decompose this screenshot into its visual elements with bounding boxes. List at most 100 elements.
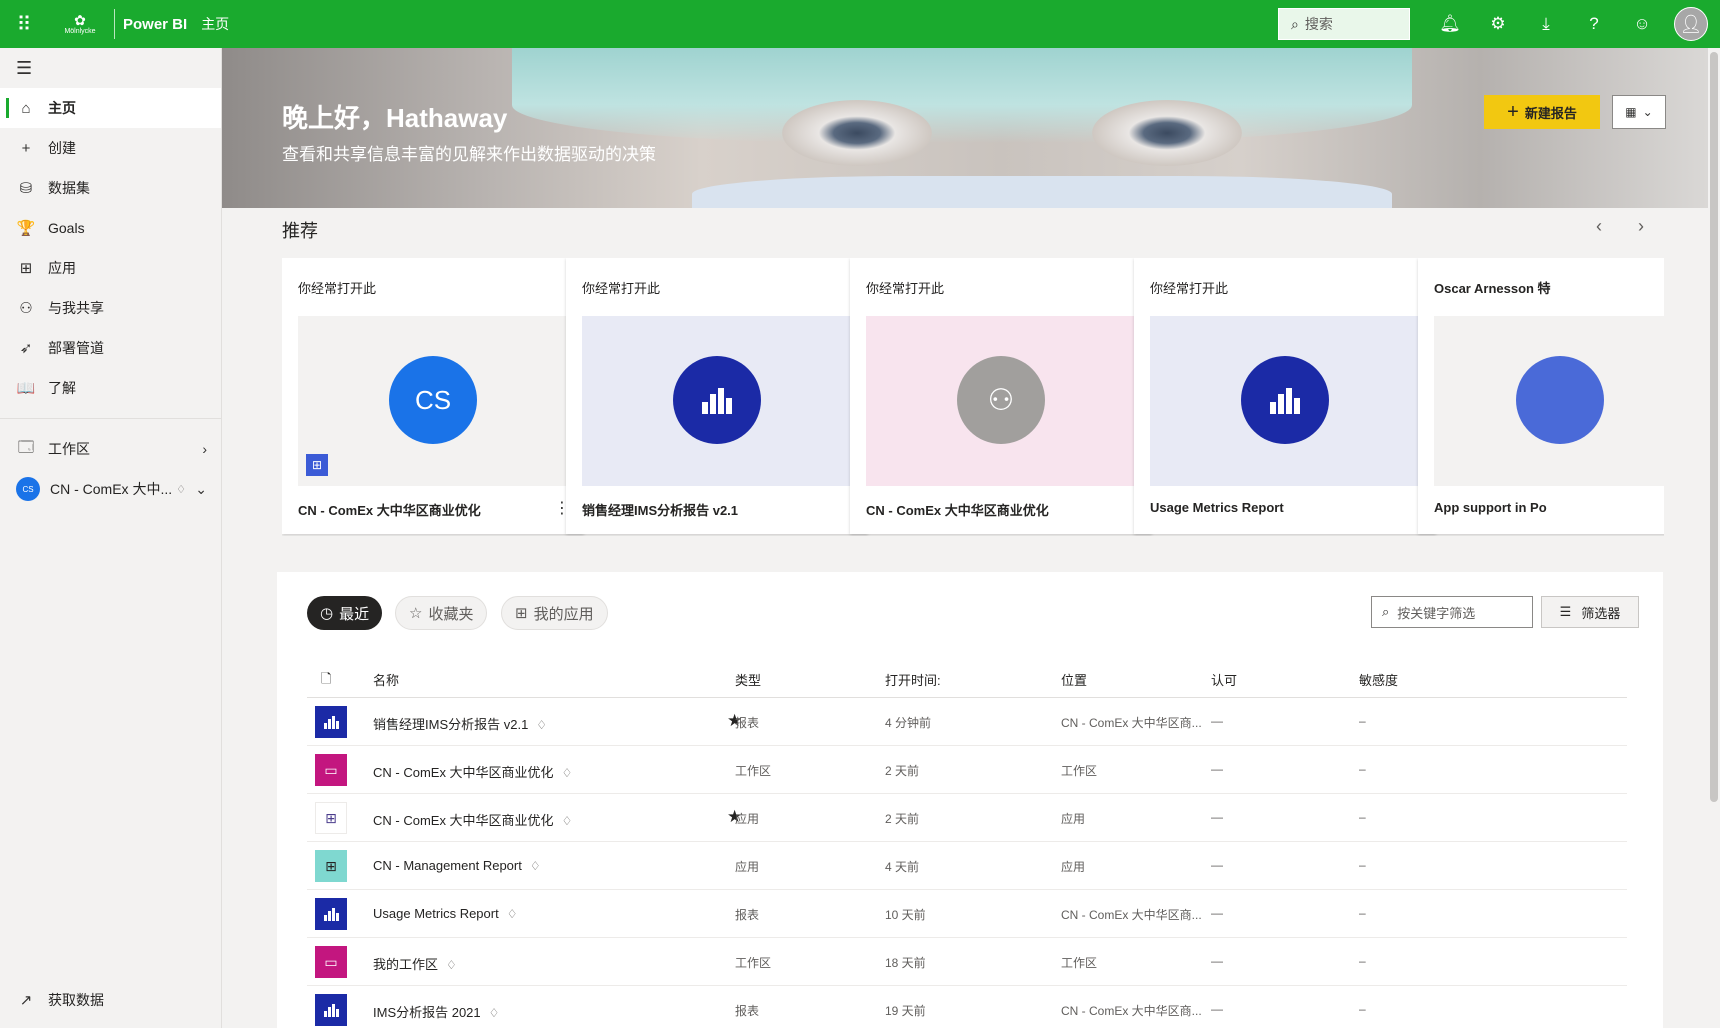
column-header-location[interactable]: 位置 xyxy=(1061,670,1087,689)
feedback-smiley-icon[interactable]: ☺ xyxy=(1618,0,1666,48)
item-sensitivity: – xyxy=(1359,858,1366,872)
recommended-card[interactable]: 你经常打开此 CS ⊞ CN - ComEx 大中华区商业优化 ⋮ xyxy=(282,258,584,534)
carousel-prev-icon[interactable]: ‹ xyxy=(1596,216,1602,237)
sidebar-item-1[interactable]: + 创建 xyxy=(0,128,221,168)
filter-lines-icon: ☰ xyxy=(1559,604,1572,619)
tab-favorites[interactable]: ☆ 收藏夹 xyxy=(395,596,488,630)
item-endorsement: — xyxy=(1211,714,1223,728)
item-sensitivity: – xyxy=(1359,954,1366,968)
recommended-title: 推荐 xyxy=(282,221,318,241)
card-reason: 你经常打开此 xyxy=(582,281,661,296)
keyword-filter-input[interactable]: ⌕ 按关键字筛选 xyxy=(1371,596,1533,628)
item-endorsement: — xyxy=(1211,954,1223,968)
recommended-card[interactable]: 你经常打开此 ⚇ CN - ComEx 大中华区商业优化 xyxy=(850,258,1152,534)
sidebar-item-workspaces[interactable]: 🗔︎ 工作区 › xyxy=(0,429,221,469)
item-name[interactable]: CN - Management Report ♢ xyxy=(373,858,541,873)
sidebar-item-4[interactable]: ⊞ 应用 xyxy=(0,248,221,288)
bell-icon[interactable]: 🔔︎ xyxy=(1426,0,1474,48)
table-row[interactable]: ▭ 我的工作区 ♢ 工作区 18 天前 工作区 — – xyxy=(307,938,1627,986)
table-row[interactable]: IMS分析报告 2021 ♢ 报表 19 天前 CN - ComEx 大中华区商... —… xyxy=(307,986,1627,1028)
item-name[interactable]: 销售经理IMS分析报告 v2.1 ♢ xyxy=(373,714,547,733)
download-icon[interactable]: ⤓ xyxy=(1522,0,1570,48)
diamond-icon: ♢ xyxy=(529,859,541,873)
table-row[interactable]: ⊞ CN - ComEx 大中华区商业优化 ♢ ★ 应用 2 天前 应用 — – xyxy=(307,794,1627,842)
filter-placeholder: 按关键字筛选 xyxy=(1397,605,1476,621)
column-header-name[interactable]: 名称 xyxy=(373,670,399,689)
recommended-card[interactable]: 你经常打开此 Usage Metrics Report xyxy=(1134,258,1436,534)
column-header-endorsement[interactable]: 认可 xyxy=(1211,670,1237,689)
share-icon: ⚇ xyxy=(19,300,33,317)
diamond-icon: ♢ xyxy=(561,766,573,780)
sidebar-item-5[interactable]: ⚇ 与我共享 xyxy=(0,288,221,328)
new-report-label: 新建报告 xyxy=(1524,105,1577,121)
table-row[interactable]: ⊞ CN - Management Report ♢ 应用 4 天前 应用 — – xyxy=(307,842,1627,890)
topbar-divider xyxy=(114,9,115,39)
workspace-icon: ▭ xyxy=(315,946,347,978)
card-name: 销售经理IMS分析报告 v2.1 xyxy=(582,503,739,518)
item-opened: 10 天前 xyxy=(885,908,926,922)
recommended-card[interactable]: Oscar Arnesson 特 App support in Po xyxy=(1418,258,1664,534)
bar-chart-icon xyxy=(673,356,761,444)
item-name[interactable]: CN - ComEx 大中华区商业优化 ♢ xyxy=(373,762,572,781)
sidebar-item-2[interactable]: ⛁ 数据集 xyxy=(0,168,221,208)
view-switcher-button[interactable]: ▦ ⌄ xyxy=(1612,95,1666,129)
table-row[interactable]: Usage Metrics Report ♢ 报表 10 天前 CN - ComEx 大… xyxy=(307,890,1627,938)
sidebar-item-3[interactable]: 🏆 Goals xyxy=(0,208,221,248)
sidebar-item-label: CN - ComEx 大中... xyxy=(50,481,173,497)
hero-image-eye xyxy=(1092,100,1242,166)
table-row[interactable]: ▭ CN - ComEx 大中华区商业优化 ♢ 工作区 2 天前 工作区 — – xyxy=(307,746,1627,794)
recommended-card[interactable]: 你经常打开此销售经理IMS分析报告 v2.1 xyxy=(566,258,868,534)
table-row[interactable]: 销售经理IMS分析报告 v2.1 ♢ ★ 报表 4 分钟前 CN - ComEx 大中华区… xyxy=(307,698,1627,746)
book-icon: 📖 xyxy=(16,380,36,397)
workspace-badge: CS xyxy=(16,477,40,501)
sidebar-item-0[interactable]: ⌂ 主页 xyxy=(0,88,221,128)
table-header: 🗋 名称 类型 打开时间: 位置 认可 敏感度 xyxy=(307,658,1627,698)
filter-button[interactable]: ☰ 筛选器 xyxy=(1541,596,1639,628)
hamburger-menu-icon[interactable]: ☰ xyxy=(0,48,221,88)
column-header-opened[interactable]: 打开时间: xyxy=(885,670,941,689)
workspace-initials: CS xyxy=(389,356,477,444)
app-launcher-icon[interactable]: ⠿ xyxy=(0,0,48,48)
carousel-next-icon[interactable]: › xyxy=(1638,216,1644,237)
item-endorsement: — xyxy=(1211,810,1223,824)
sidebar-item-get-data[interactable]: ↗ 获取数据 xyxy=(0,980,221,1020)
new-report-button[interactable]: + 新建报告 xyxy=(1484,95,1600,129)
tab-label: 收藏夹 xyxy=(428,605,474,623)
card-thumbnail: CS ⊞ xyxy=(298,316,568,486)
help-icon[interactable]: ? xyxy=(1570,0,1618,48)
diamond-icon: ♢ xyxy=(446,958,457,972)
item-name[interactable]: IMS分析报告 2021 ♢ xyxy=(373,1002,499,1021)
card-thumbnail xyxy=(1434,316,1664,486)
card-name: Usage Metrics Report xyxy=(1150,500,1284,515)
chevron-down-icon: ⌄ xyxy=(195,480,207,497)
item-opened: 4 分钟前 xyxy=(885,716,932,730)
sidebar-item-current-workspace[interactable]: CS CN - ComEx 大中... ♢ ⌄ xyxy=(0,469,221,509)
page-scrollbar-thumb[interactable] xyxy=(1710,52,1718,802)
app-name[interactable]: Power BI xyxy=(123,16,187,33)
sidebar-item-6[interactable]: ➶ 部署管道 xyxy=(0,328,221,368)
item-type: 报表 xyxy=(735,908,760,922)
plus-icon: + xyxy=(1507,100,1519,123)
item-sensitivity: – xyxy=(1359,714,1366,728)
company-logo[interactable]: ✿ Mölnlycke xyxy=(50,6,110,42)
workspace-initials xyxy=(1516,356,1604,444)
sidebar-item-7[interactable]: 📖 了解 xyxy=(0,368,221,408)
tab-my-apps[interactable]: ⊞ 我的应用 xyxy=(501,596,608,630)
column-header-type[interactable]: 类型 xyxy=(735,670,761,689)
item-name-text: IMS分析报告 2021 xyxy=(373,1005,481,1020)
tab-recent[interactable]: ◷ 最近 xyxy=(307,596,383,630)
gear-icon[interactable]: ⚙ xyxy=(1474,0,1522,48)
avatar[interactable]: 👤︎ xyxy=(1674,7,1708,41)
app-icon: ⊞ xyxy=(315,802,347,834)
app-icon: ⊞ xyxy=(315,850,347,882)
item-name[interactable]: CN - ComEx 大中华区商业优化 ♢ xyxy=(373,810,572,829)
search-input[interactable]: ⌕ 搜索 xyxy=(1278,8,1410,40)
item-name[interactable]: Usage Metrics Report ♢ xyxy=(373,906,517,921)
home-icon: ⌂ xyxy=(21,99,31,117)
item-name-text: Usage Metrics Report xyxy=(373,906,499,921)
column-header-sensitivity[interactable]: 敏感度 xyxy=(1359,670,1398,689)
item-name[interactable]: 我的工作区 ♢ xyxy=(373,954,457,973)
item-type: 报表 xyxy=(735,1004,760,1018)
item-endorsement: — xyxy=(1211,762,1223,776)
card-reason: 你经常打开此 xyxy=(298,281,377,296)
